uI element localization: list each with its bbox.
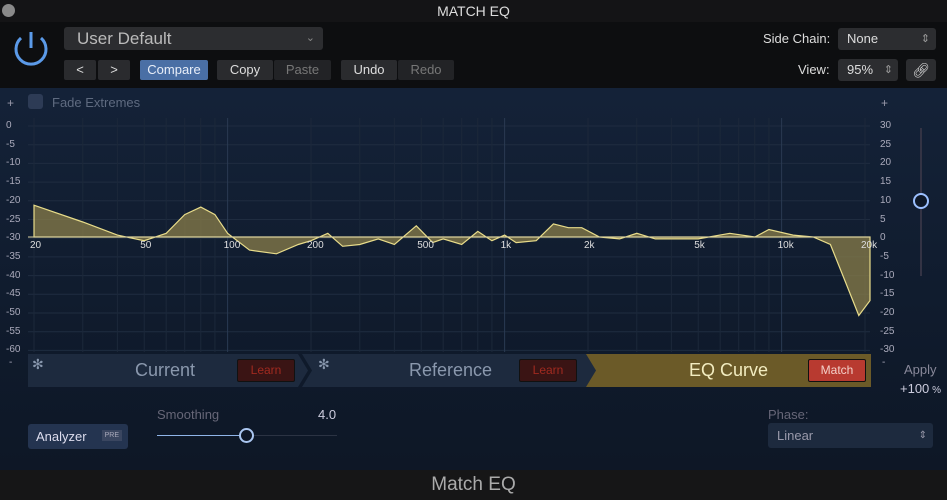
frequency-tick: 20	[30, 240, 42, 251]
right-axis-tick: -20	[880, 307, 895, 318]
smoothing-value: 4.0	[318, 407, 337, 422]
right-axis-tick: -10	[880, 269, 895, 281]
frequency-tick: 20k	[861, 240, 878, 251]
frequency-tick: 200	[307, 240, 324, 251]
current-learn-button[interactable]: Learn	[237, 359, 295, 382]
right-axis-tick: 15	[880, 176, 892, 188]
left-axis-tick: -35	[6, 250, 21, 262]
pre-toggle[interactable]: PRE	[101, 430, 122, 441]
reference-settings-gear-icon[interactable]: ✻	[318, 356, 330, 373]
phase-label: Phase:	[768, 407, 809, 422]
left-axis-tick: -10	[6, 157, 21, 169]
right-axis-tick: 20	[880, 157, 892, 169]
match-button[interactable]: Match	[808, 359, 866, 382]
eq-curve-label: EQ Curve	[689, 360, 769, 380]
left-axis-tick: -30	[6, 232, 21, 244]
frequency-tick: 500	[417, 240, 434, 251]
eq-graph[interactable]	[0, 0, 947, 360]
left-axis-tick: -25	[6, 213, 21, 225]
left-axis-tick: -15	[6, 176, 21, 188]
reference-label: Reference	[409, 360, 493, 380]
apply-value-number: +100	[900, 381, 930, 396]
apply-unit: %	[932, 385, 941, 396]
left-axis-tick: -20	[6, 194, 21, 206]
left-axis-tick: -5	[6, 138, 15, 150]
smoothing-slider-fill	[157, 435, 247, 436]
left-axis-tick: -55	[6, 325, 21, 337]
left-axis-tick: -45	[6, 288, 21, 300]
frequency-tick: 2k	[584, 240, 595, 251]
frequency-tick: 1k	[500, 240, 512, 251]
reference-learn-button[interactable]: Learn	[519, 359, 577, 382]
phase-dropdown[interactable]: Linear ⇕	[768, 423, 933, 448]
apply-slider-handle[interactable]	[913, 193, 929, 209]
zoom-out-right-button: -	[882, 357, 886, 368]
right-axis-tick: -15	[880, 288, 895, 300]
plugin-name-footer: Match EQ	[0, 470, 947, 500]
left-axis-tick: -60	[6, 344, 21, 356]
right-axis-tick: -30	[880, 344, 895, 356]
footer-title: Match EQ	[431, 474, 516, 495]
right-axis-tick: 10	[880, 194, 892, 206]
left-axis-tick: 0	[6, 120, 12, 131]
updown-chevron-icon: ⇕	[918, 430, 927, 441]
right-axis-tick: 5	[880, 213, 886, 225]
smoothing-label: Smoothing	[157, 407, 220, 422]
right-axis-tick: 0	[880, 232, 886, 244]
right-axis-tick: 25	[880, 138, 892, 150]
left-axis-tick: -50	[6, 307, 21, 318]
frequency-tick: 100	[223, 240, 241, 251]
phase-value: Linear	[777, 428, 814, 443]
analyzer-button[interactable]: Analyzer PRE	[28, 424, 128, 449]
apply-label: Apply	[904, 362, 937, 377]
right-axis-tick: 30	[880, 120, 892, 131]
eq-curve-path	[33, 204, 871, 317]
right-axis-tick: -5	[880, 250, 889, 262]
frequency-tick: 10k	[777, 240, 794, 251]
apply-value: +100 %	[900, 381, 941, 396]
analyzer-label: Analyzer	[36, 429, 87, 444]
current-label: Current	[135, 360, 196, 380]
right-axis-tick: -25	[880, 325, 895, 337]
frequency-tick: 50	[140, 240, 152, 251]
frequency-tick: 5k	[694, 240, 705, 251]
zoom-out-left-button: -	[9, 357, 13, 368]
smoothing-slider-handle[interactable]	[239, 428, 254, 443]
current-settings-gear-icon[interactable]: ✻	[32, 356, 44, 373]
left-axis-tick: -40	[6, 269, 21, 281]
